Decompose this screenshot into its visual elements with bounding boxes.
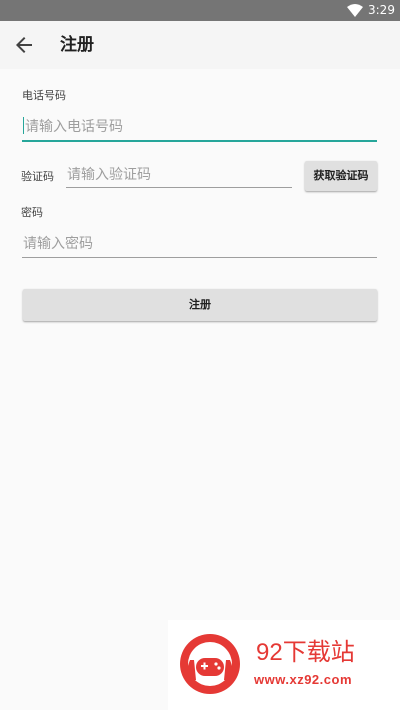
arrow-back-icon[interactable] [12,33,36,57]
watermark-site: www.xz92.com [254,672,352,687]
gamepad-logo-icon [180,634,240,694]
status-time: 3:29 [368,3,395,17]
phone-label: 电话号码 [22,89,66,102]
code-input[interactable]: 请输入验证码 [66,163,292,188]
phone-input[interactable]: 请输入电话号码 [22,115,377,142]
text-cursor [23,117,24,134]
wifi-icon [347,4,363,17]
password-placeholder: 请输入密码 [23,236,93,252]
get-code-button[interactable]: 获取验证码 [305,161,377,191]
page-title: 注册 [60,35,94,55]
watermark-brand: 92下载站 [256,639,355,666]
code-label: 验证码 [21,170,54,183]
password-label: 密码 [21,206,43,219]
code-placeholder: 请输入验证码 [67,167,151,183]
status-bar: 3:29 [0,0,400,21]
app-bar: 注册 [0,21,400,69]
phone-placeholder: 请输入电话号码 [25,119,123,135]
password-input[interactable]: 请输入密码 [22,232,377,258]
register-button[interactable]: 注册 [23,289,377,321]
watermark: 92下载站 www.xz92.com [168,620,400,710]
